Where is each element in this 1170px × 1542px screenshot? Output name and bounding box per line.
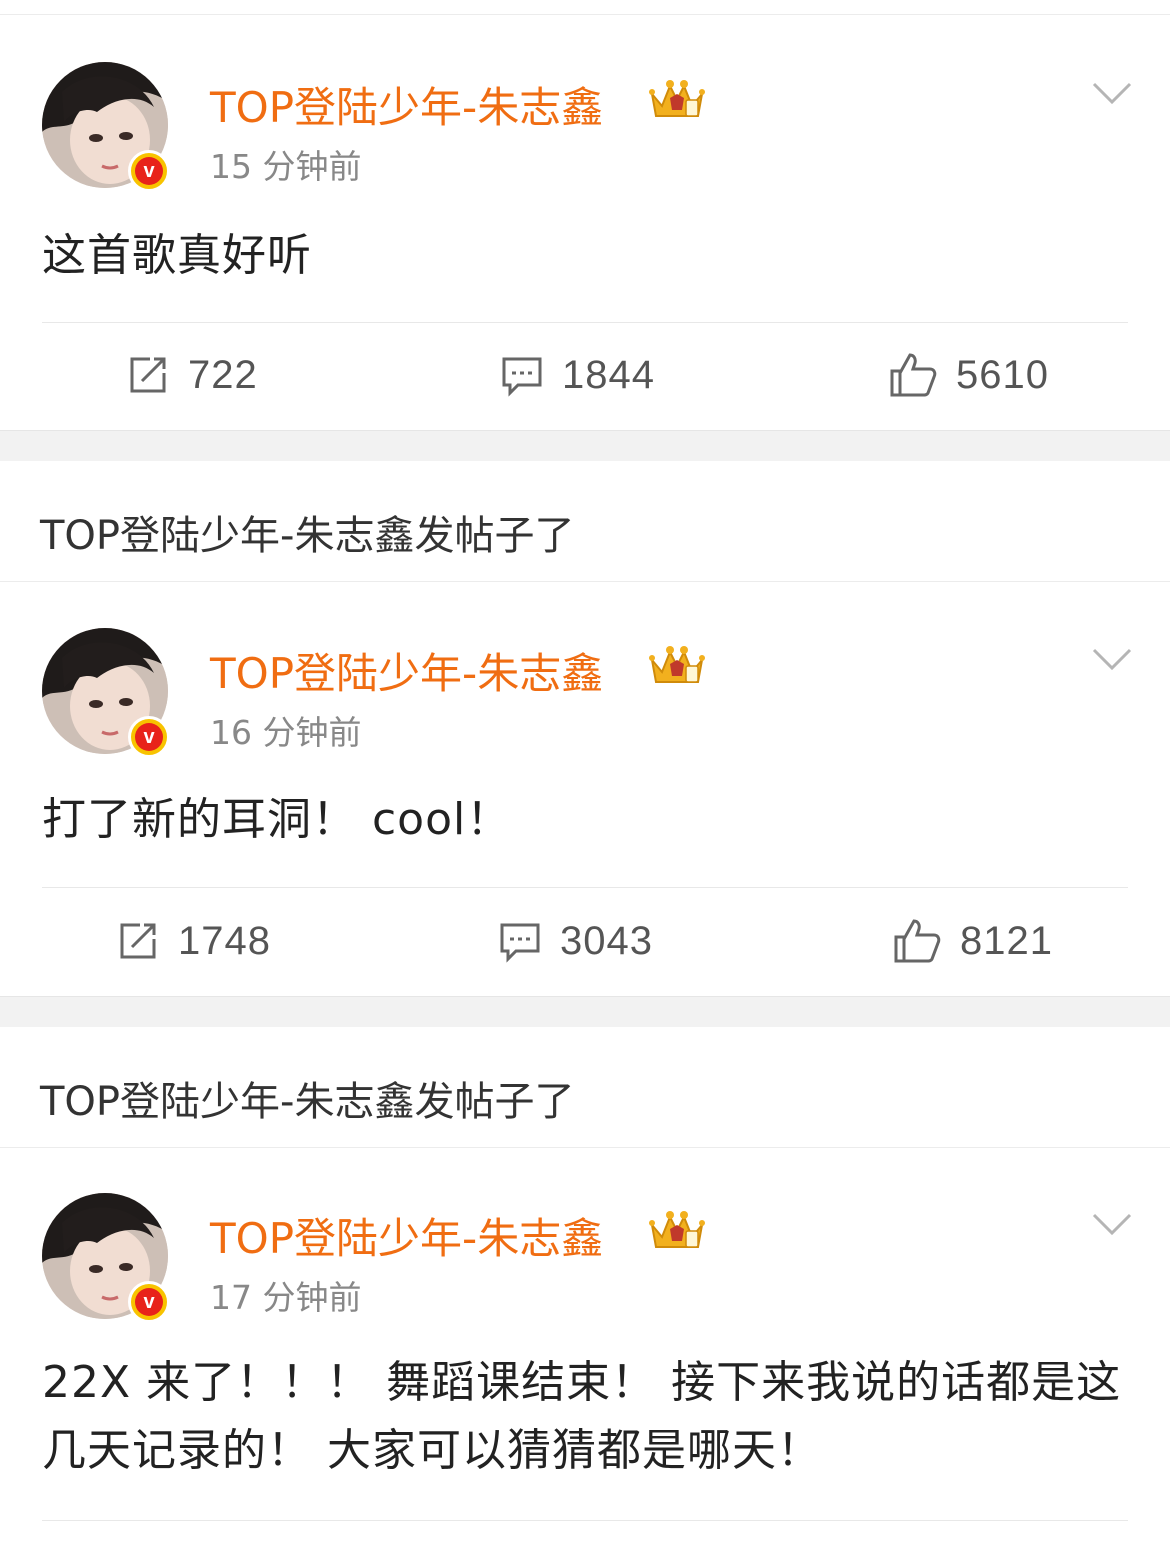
divider (42, 1520, 1128, 1521)
post-text[interactable]: 打了新的耳洞！ cool！ (42, 786, 1132, 854)
comment-icon (500, 923, 540, 963)
repost-notice[interactable]: TOP登陆少年-朱志鑫发帖子了 (0, 1027, 1170, 1148)
repost-notice[interactable]: TOP登陆少年-朱志鑫发帖子了 (0, 461, 1170, 582)
crown-icon (649, 80, 705, 117)
verified-v-icon: v (128, 1281, 170, 1323)
repost-icon (120, 923, 156, 959)
chevron-down-icon[interactable] (1090, 78, 1134, 108)
verified-v-icon: v (128, 150, 170, 192)
comment-button[interactable]: 1844 (500, 350, 655, 400)
chevron-down-icon[interactable] (1090, 1209, 1134, 1239)
repost-count: 1748 (178, 918, 271, 963)
like-icon (890, 353, 937, 397)
comment-icon (502, 357, 542, 397)
post-time: 17 分钟前 (210, 1278, 362, 1317)
crown-icon (649, 646, 705, 683)
post-time: 16 分钟前 (210, 713, 362, 752)
like-button[interactable]: 5610 (888, 350, 1049, 400)
repost-button[interactable]: 1748 (116, 916, 271, 966)
divider (42, 322, 1128, 323)
chevron-down-icon[interactable] (1090, 644, 1134, 674)
like-button[interactable]: 8121 (892, 916, 1053, 966)
divider (42, 887, 1128, 888)
like-count: 5610 (956, 352, 1049, 397)
repost-count: 722 (188, 352, 258, 397)
repost-notice-text: TOP登陆少年-朱志鑫发帖子了 (40, 513, 575, 559)
comment-count: 1844 (562, 352, 655, 397)
post-time: 15 分钟前 (210, 147, 362, 186)
comment-button[interactable]: 3043 (498, 916, 653, 966)
top-divider (0, 14, 1170, 15)
section-gap (0, 996, 1170, 1028)
verified-v-icon: v (128, 716, 170, 758)
crown-icon (649, 1211, 705, 1248)
like-count: 8121 (960, 918, 1053, 963)
post-text[interactable]: 这首歌真好听 (42, 222, 1132, 290)
repost-icon (130, 357, 166, 393)
repost-notice-text: TOP登陆少年-朱志鑫发帖子了 (40, 1079, 575, 1125)
repost-button[interactable]: 722 (126, 350, 258, 400)
like-icon (894, 919, 941, 963)
section-gap (0, 430, 1170, 462)
username[interactable]: TOP登陆少年-朱志鑫 (210, 1205, 603, 1266)
username[interactable]: TOP登陆少年-朱志鑫 (210, 74, 603, 135)
comment-count: 3043 (560, 918, 653, 963)
post-text[interactable]: 22X 来了！！！ 舞蹈课结束！ 接下来我说的话都是这几天记录的！ 大家可以猜猜… (42, 1349, 1132, 1485)
username[interactable]: TOP登陆少年-朱志鑫 (210, 640, 603, 701)
